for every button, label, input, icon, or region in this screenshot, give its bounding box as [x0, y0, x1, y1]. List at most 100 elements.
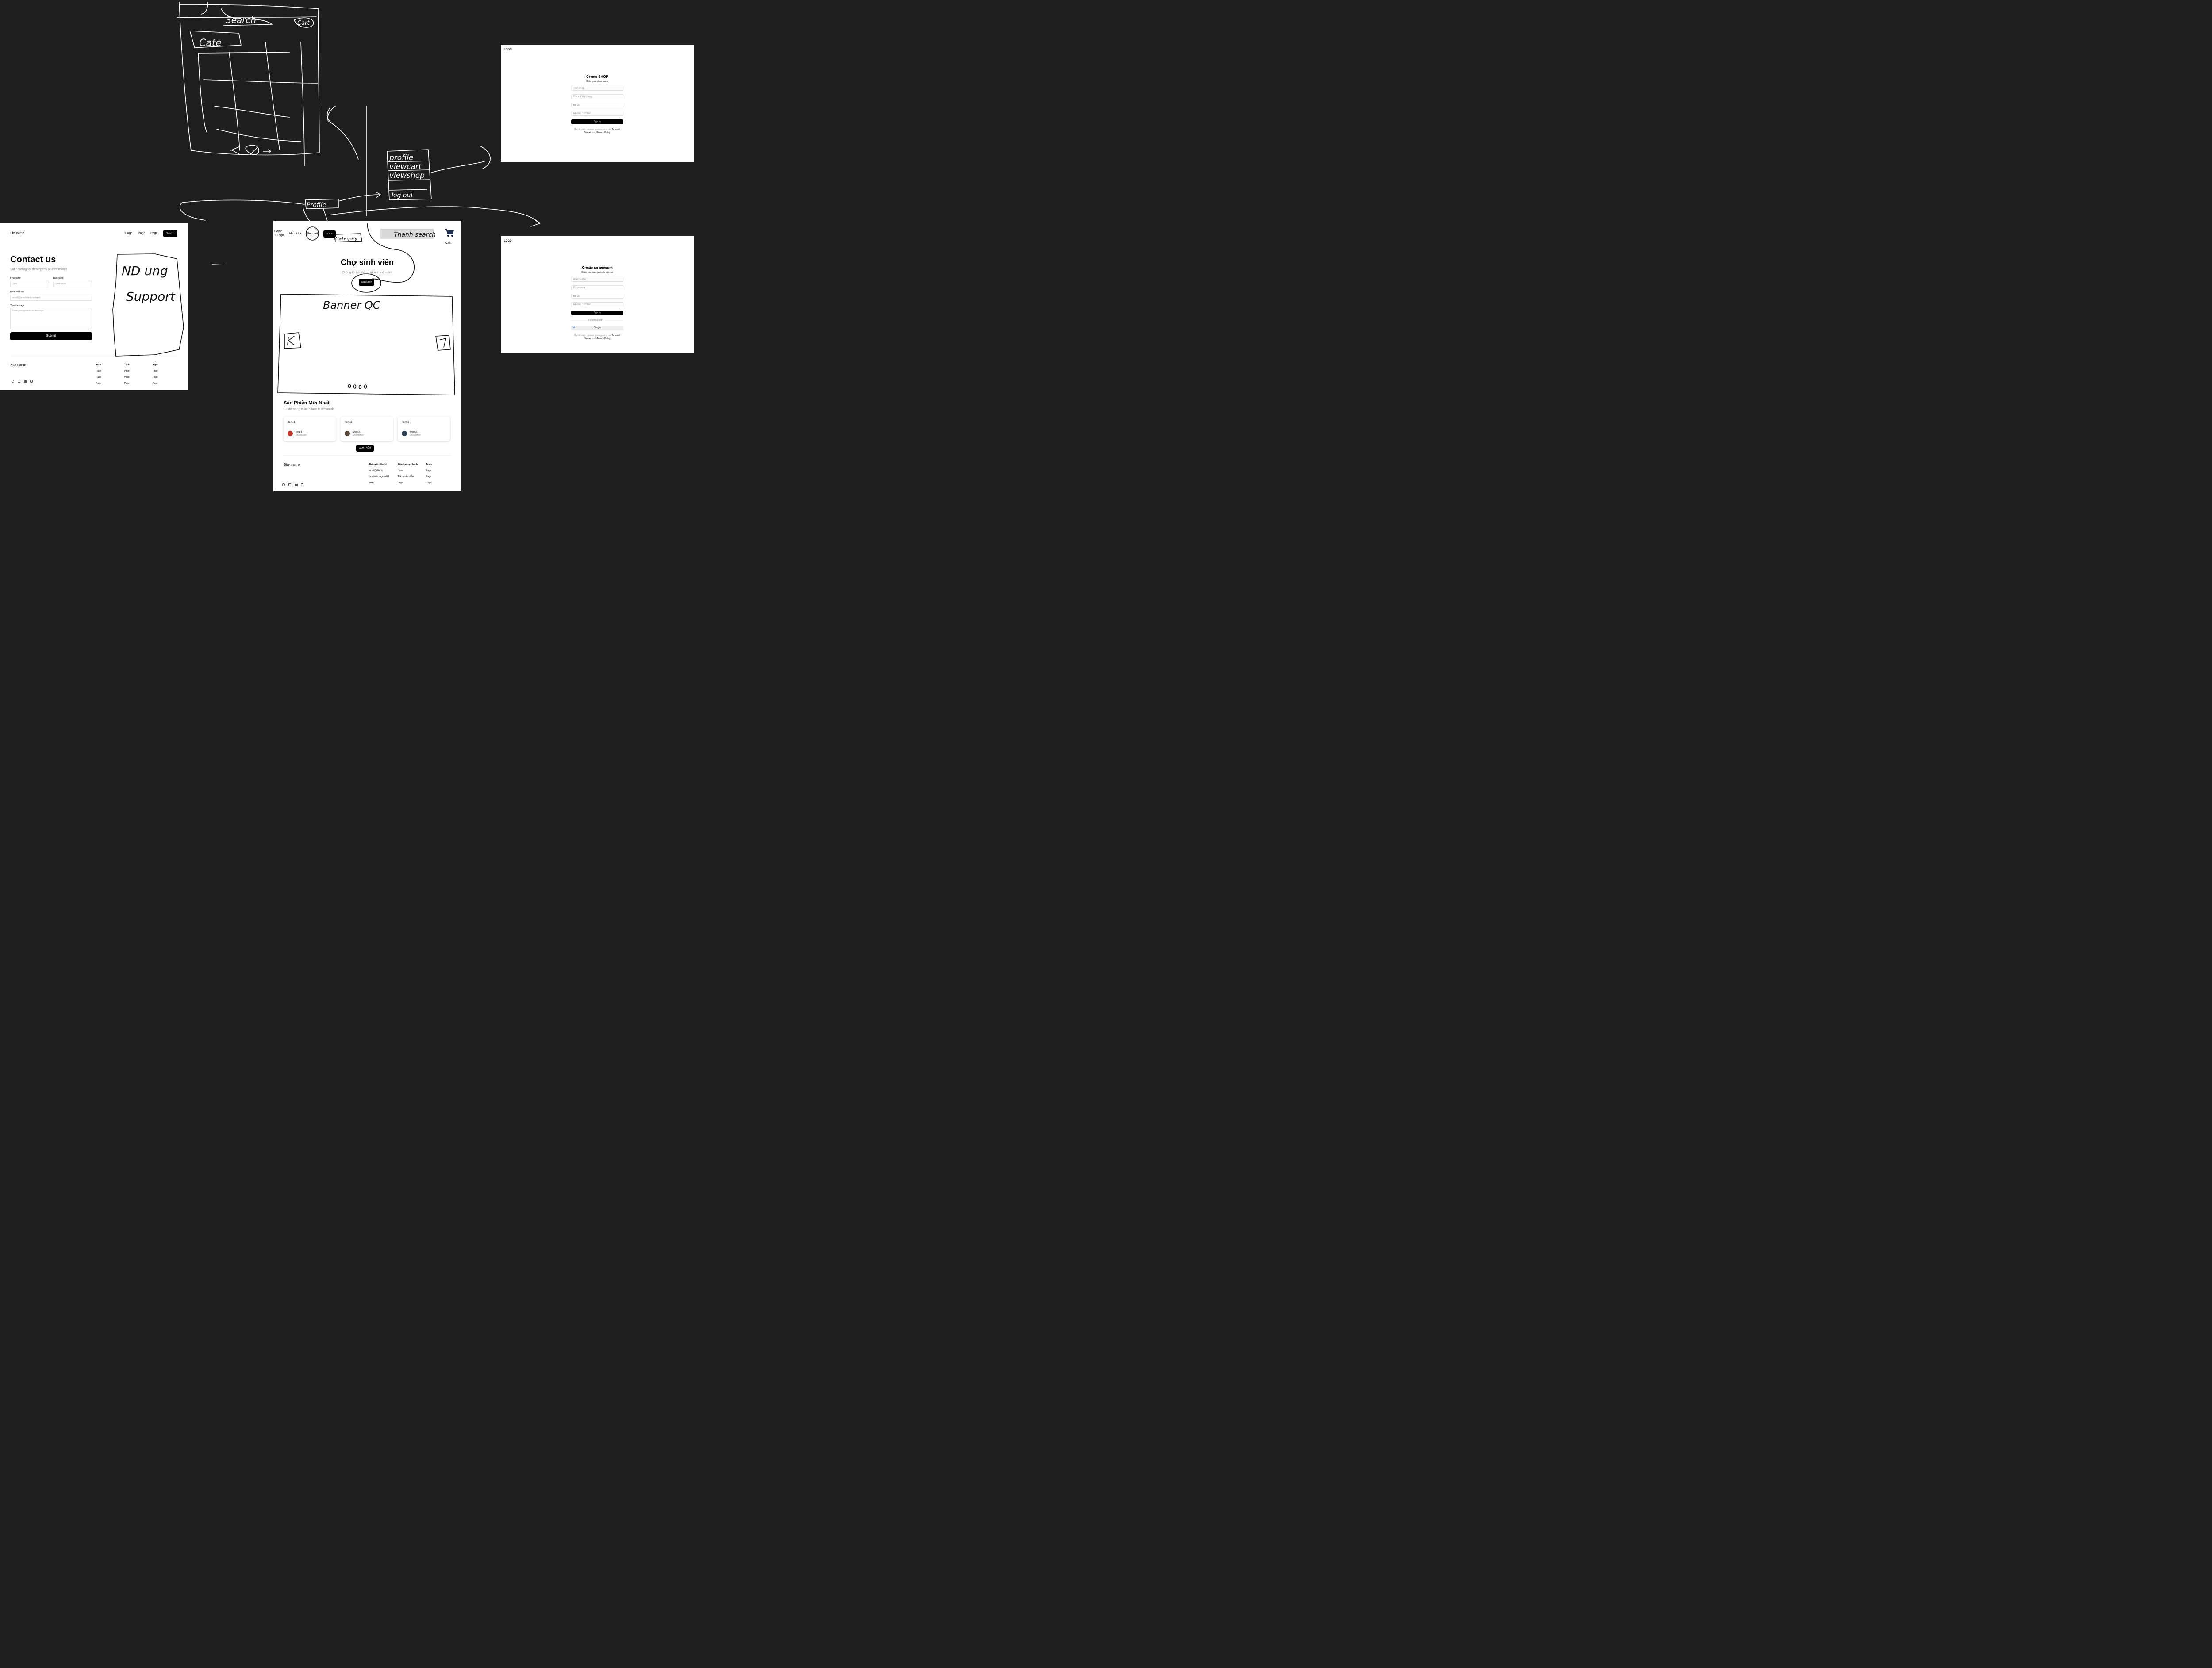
- footer-link[interactable]: Page: [426, 474, 432, 480]
- logo: LOGO: [504, 240, 512, 242]
- shop-description: Description: [353, 434, 364, 437]
- footer-link[interactable]: Page: [153, 368, 158, 374]
- profile-menu-item: viewcart: [389, 162, 422, 171]
- nav-support[interactable]: Support: [307, 232, 318, 235]
- message-label: Your message: [10, 304, 24, 307]
- message-field[interactable]: Enter your question or message: [10, 308, 92, 329]
- footer-link[interactable]: Page: [96, 368, 102, 374]
- email-field[interactable]: Email: [571, 294, 623, 299]
- email-field[interactable]: email@janesfakedomain.net: [10, 295, 92, 301]
- create-account-frame: LOGO Create an account Enter your user n…: [501, 236, 694, 353]
- nav-about[interactable]: About Us: [289, 232, 302, 235]
- footer-link[interactable]: Page: [398, 480, 418, 486]
- google-label: Google: [593, 326, 601, 329]
- footer-link[interactable]: Page: [153, 374, 158, 380]
- instagram-icon[interactable]: [301, 483, 303, 486]
- signup-button[interactable]: Sign Up: [163, 230, 177, 237]
- signup-button[interactable]: Sign up: [571, 311, 623, 315]
- facebook-icon[interactable]: [282, 483, 285, 486]
- footer-col-title: Topic: [124, 364, 130, 366]
- facebook-icon[interactable]: [12, 380, 14, 383]
- nav-home[interactable]: Home: [274, 230, 283, 233]
- cart-label[interactable]: Cart: [445, 242, 451, 245]
- footer-link[interactable]: Page: [153, 380, 158, 387]
- see-more-button[interactable]: XEM THÊM: [356, 445, 374, 452]
- buy-now-button[interactable]: Mua Ngay: [359, 279, 374, 286]
- footer-link[interactable]: Home: [398, 468, 418, 474]
- footer-col-title: Điều hướng nhanh: [398, 463, 418, 466]
- hero-title: Chợ sinh viên: [341, 258, 394, 267]
- product-card[interactable]: Item 2 Shop 2 Description: [341, 417, 393, 441]
- footer-link[interactable]: smth: [369, 480, 389, 486]
- nav-page-1[interactable]: Page: [125, 232, 132, 235]
- footer-link[interactable]: Page: [124, 380, 130, 387]
- nav-logo[interactable]: + Logo: [274, 234, 284, 237]
- privacy-link[interactable]: Privacy Policy: [596, 131, 610, 134]
- avatar: [402, 431, 407, 436]
- profile-menu-item: viewshop: [389, 171, 425, 180]
- footer-site-name[interactable]: Site name: [10, 363, 26, 367]
- email-field[interactable]: Email: [571, 103, 623, 107]
- nav-page-2[interactable]: Page: [138, 232, 145, 235]
- username-field[interactable]: user name: [571, 277, 623, 282]
- shop-description: Description: [410, 434, 421, 437]
- footer-col-2: Topic Page Page Page: [124, 362, 130, 387]
- profile-menu-sketch: profile viewcart viewshop log out: [387, 146, 491, 200]
- legal-text: By clicking continue, you agree to our T…: [571, 128, 623, 134]
- product-card[interactable]: Item 1 shop 1 Description: [284, 417, 336, 441]
- footer-col-title: Thông tin liên hệ: [369, 463, 387, 466]
- instagram-icon[interactable]: [30, 380, 33, 383]
- site-name[interactable]: Site name: [10, 232, 24, 235]
- legal-prefix: By clicking continue, you agree to our: [574, 128, 611, 131]
- footer-site-name[interactable]: Site name: [284, 463, 300, 467]
- password-field[interactable]: Password: [571, 285, 623, 290]
- footer-link[interactable]: email@dâsda: [369, 468, 389, 474]
- footer-link[interactable]: Page: [426, 480, 432, 486]
- footer-link[interactable]: Page: [124, 368, 130, 374]
- cart-icon[interactable]: [445, 228, 454, 237]
- submit-button[interactable]: Submit: [10, 332, 92, 340]
- login-button[interactable]: LOGIN: [323, 230, 336, 238]
- last-name-field[interactable]: Smitherton: [53, 281, 92, 287]
- youtube-icon[interactable]: [295, 484, 298, 486]
- home-page-frame: Home + Logo About Us Support LOGIN Cart …: [273, 221, 461, 491]
- footer-link[interactable]: Page: [96, 374, 102, 380]
- footer-col-1: Topic Page Page Page: [96, 362, 102, 387]
- google-button[interactable]: G Google: [571, 326, 623, 330]
- legal-prefix: By clicking continue, you agree to our: [574, 334, 611, 337]
- search-bar[interactable]: [380, 229, 434, 239]
- form-subtitle: Enter your user name to sign up: [581, 271, 613, 274]
- create-shop-frame: LOGO Create SHOP Enter your shop name Tê…: [501, 45, 694, 162]
- signup-button[interactable]: Sign up: [571, 119, 623, 124]
- item-title: Item 3: [402, 421, 409, 424]
- first-name-field[interactable]: Jane: [10, 281, 49, 287]
- nav-page-3[interactable]: Page: [150, 232, 157, 235]
- profile-menu-item: log out: [392, 192, 413, 199]
- profile-menu-item: profile: [389, 153, 413, 162]
- privacy-link[interactable]: Privacy Policy: [596, 337, 610, 340]
- logo: LOGO: [504, 48, 512, 51]
- contact-page-frame: Site name Page Page Page Sign Up Contact…: [0, 223, 188, 390]
- footer-divider: [284, 455, 451, 456]
- youtube-icon[interactable]: [24, 380, 27, 383]
- legal-text: By clicking continue, you agree to our T…: [571, 334, 623, 341]
- item-title: Item 1: [288, 421, 295, 424]
- footer-link[interactable]: facebook page adâd: [369, 474, 389, 480]
- phone-field[interactable]: Phone number: [571, 111, 623, 116]
- footer-link[interactable]: Page: [124, 374, 130, 380]
- item-title: Item 2: [345, 421, 352, 424]
- linkedin-icon[interactable]: [18, 380, 20, 383]
- footer-link[interactable]: Page: [426, 468, 432, 474]
- legal-and: and: [592, 131, 596, 134]
- avatar: [288, 431, 293, 436]
- pickup-address-field[interactable]: Địa chỉ lấy hàng: [571, 94, 623, 99]
- footer-link[interactable]: Tất cả sản phẩm: [398, 474, 418, 480]
- product-card[interactable]: Item 3 Shop 3 Description: [398, 417, 450, 441]
- footer-link[interactable]: Page: [96, 380, 102, 387]
- continue-with-text: or continue with: [587, 319, 604, 322]
- phone-field[interactable]: Phone number: [571, 302, 623, 307]
- wireframe-sketch: Search Cart Cate: [177, 2, 320, 166]
- hero-subtitle: Chúng tôi có những gì sinh viên cần!: [342, 271, 393, 274]
- shop-name-field[interactable]: Tên shop: [571, 86, 623, 91]
- linkedin-icon[interactable]: [288, 483, 291, 486]
